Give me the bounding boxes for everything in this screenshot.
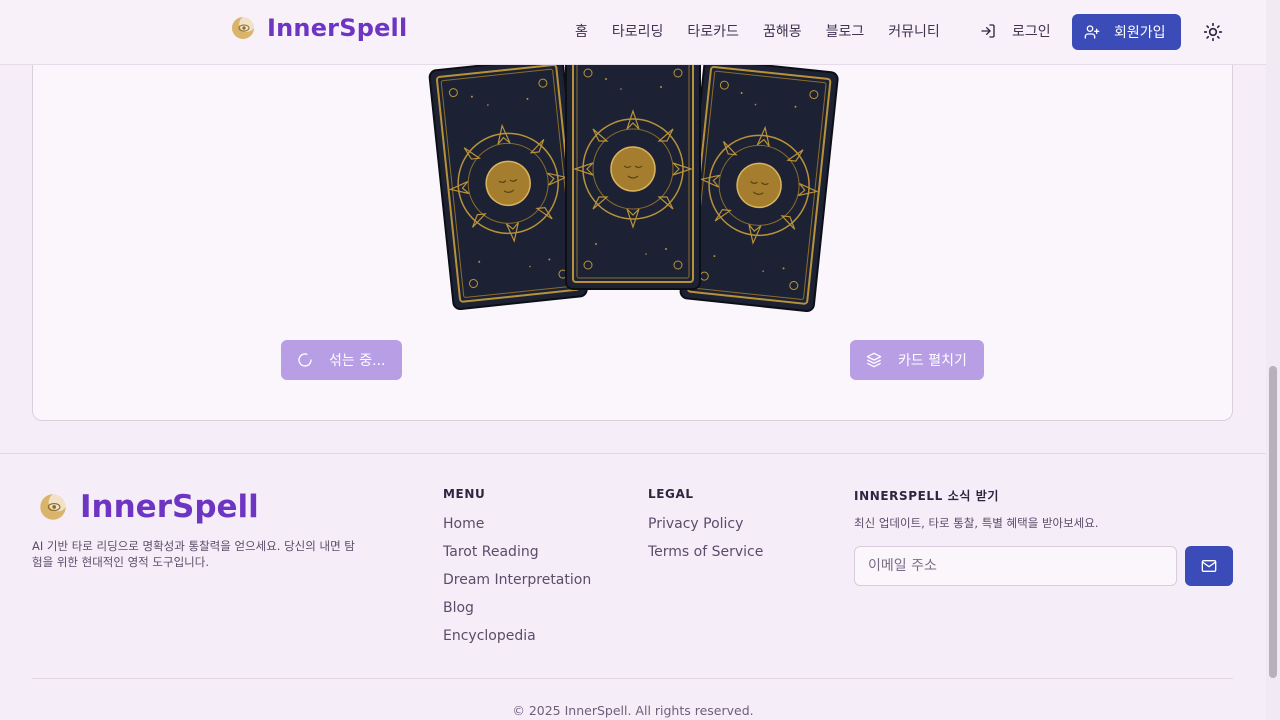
- footer-menu-links: Home Tarot Reading Dream Interpretation …: [443, 516, 591, 656]
- footer-legal-links: Privacy Policy Terms of Service: [648, 516, 763, 572]
- header-logo[interactable]: InnerSpell: [230, 14, 407, 42]
- signup-button[interactable]: 회원가입: [1072, 14, 1181, 50]
- footer-link-blog[interactable]: Blog: [443, 600, 591, 628]
- nav-community[interactable]: 커뮤니티: [888, 21, 940, 41]
- nav-tarot-reading[interactable]: 타로리딩: [612, 21, 664, 41]
- mail-icon: [1201, 560, 1217, 572]
- footer-logo-text: InnerSpell: [80, 489, 259, 525]
- footer-divider: [0, 453, 1266, 454]
- footer-link-encyclopedia[interactable]: Encyclopedia: [443, 628, 591, 656]
- nav-home[interactable]: 홈: [575, 21, 588, 41]
- subscribe-button[interactable]: [1185, 546, 1233, 586]
- copyright-text: © 2025 InnerSpell. All rights reserved.: [512, 703, 754, 718]
- footer-link-home[interactable]: Home: [443, 516, 591, 544]
- signup-label: 회원가입: [1114, 25, 1166, 41]
- email-input[interactable]: [854, 546, 1177, 586]
- footer-link-dream[interactable]: Dream Interpretation: [443, 572, 591, 600]
- spread-cards-button[interactable]: 카드 펼치기: [850, 340, 984, 380]
- menu-title: MENU: [443, 487, 486, 501]
- footer-logo[interactable]: InnerSpell: [38, 489, 259, 525]
- tarot-card-right: [678, 58, 840, 313]
- layers-icon: [866, 352, 882, 368]
- legal-title: LEGAL: [648, 487, 694, 501]
- page-scrollbar[interactable]: [1266, 0, 1280, 720]
- sun-icon[interactable]: [1203, 22, 1223, 42]
- shuffle-label: 섞는 중...: [329, 353, 386, 369]
- tarot-card-center: [565, 48, 701, 290]
- footer-link-tarot-reading[interactable]: Tarot Reading: [443, 544, 591, 572]
- logo-text: InnerSpell: [267, 14, 408, 42]
- user-plus-icon: [1084, 25, 1100, 39]
- login-icon: [981, 24, 995, 38]
- crescent-eye-logo-icon: [232, 17, 254, 39]
- newsletter-title: INNERSPELL 소식 받기: [854, 489, 1000, 503]
- nav-blog[interactable]: 블로그: [826, 21, 865, 41]
- nav-dream[interactable]: 꿈해몽: [763, 21, 802, 41]
- footer-description: AI 기반 타로 리딩으로 명확성과 통찰력을 얻으세요. 당신의 내면 탐험을…: [32, 539, 355, 569]
- login-label: 로그인: [1012, 24, 1051, 40]
- main-nav: 홈 타로리딩 타로카드 꿈해몽 블로그 커뮤니티: [575, 21, 964, 41]
- shuffle-button[interactable]: 섞는 중...: [281, 340, 402, 380]
- footer-bottom-divider: [32, 678, 1233, 679]
- tarot-card-left: [428, 55, 589, 311]
- site-header: InnerSpell 홈 타로리딩 타로카드 꿈해몽 블로그 커뮤니티 로그인 …: [0, 0, 1266, 65]
- loading-spinner-icon: [298, 353, 312, 367]
- spread-label: 카드 펼치기: [898, 353, 967, 369]
- crescent-eye-logo-icon: [40, 494, 66, 520]
- footer-link-terms[interactable]: Terms of Service: [648, 544, 763, 572]
- nav-tarot-cards[interactable]: 타로카드: [687, 21, 739, 41]
- scrollbar-thumb[interactable]: [1269, 366, 1277, 678]
- footer-link-privacy[interactable]: Privacy Policy: [648, 516, 763, 544]
- tarot-card-stack[interactable]: [425, 45, 845, 325]
- login-button[interactable]: 로그인: [980, 21, 1051, 41]
- newsletter-description: 최신 업데이트, 타로 통찰, 특별 혜택을 받아보세요.: [854, 516, 1099, 530]
